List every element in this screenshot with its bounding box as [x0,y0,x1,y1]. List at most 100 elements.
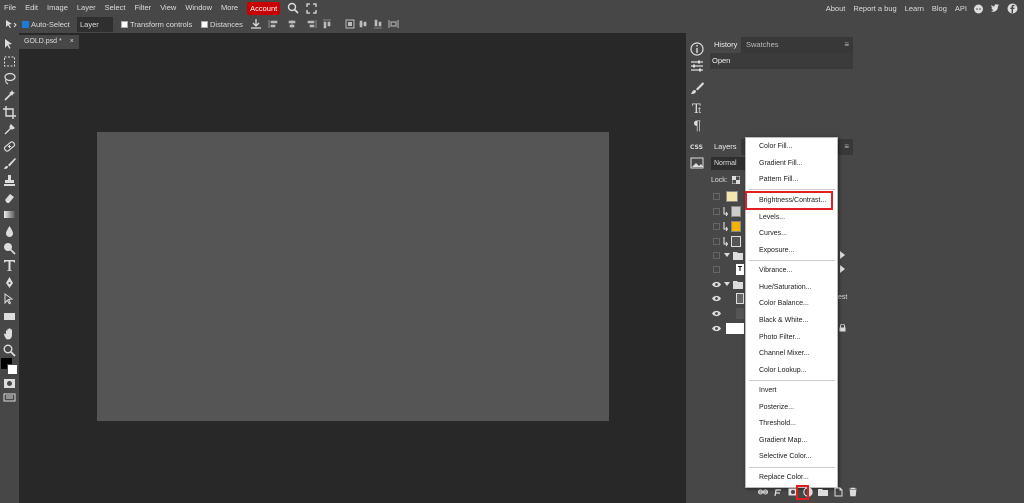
menu-item-photo-filter[interactable]: Photo Filter... [759,334,800,341]
eye-icon[interactable] [712,310,721,317]
new-group-icon[interactable] [818,487,828,497]
close-icon[interactable]: × [70,38,74,45]
search-icon[interactable] [287,2,299,14]
link-api[interactable]: API [955,4,967,13]
download-icon[interactable] [250,18,262,30]
adjustments-sliders-icon[interactable] [689,58,705,74]
chevron-down-icon[interactable] [724,281,730,287]
menu-item-black-white[interactable]: Black & White... [759,317,808,324]
brush-settings-icon[interactable] [689,80,705,96]
tab-history[interactable]: History [710,37,742,53]
layer-effects-icon[interactable] [773,487,783,497]
link-learn[interactable]: Learn [905,4,924,13]
eye-icon[interactable] [712,281,721,288]
expand-arrow-icon[interactable] [840,264,846,274]
facebook-icon[interactable] [1007,3,1018,14]
background-color-swatch[interactable] [7,364,18,375]
zoom-tool-icon[interactable] [3,344,16,357]
gradient-tool-icon[interactable] [3,208,16,221]
menu-item-selective-color[interactable]: Selective Color... [759,453,812,460]
layer-row[interactable] [712,292,744,306]
visibility-toggle[interactable] [713,223,720,230]
eye-icon[interactable] [712,325,721,332]
menu-item-curves[interactable]: Curves... [759,230,787,237]
document-tab[interactable]: GOLD.psd * × [19,35,79,49]
panel-menu-icon[interactable]: ≡ [840,37,853,53]
layer-row[interactable] [712,190,744,204]
menu-file[interactable]: File [4,0,16,16]
auto-select-target-select[interactable]: Layer [77,17,113,32]
pen-tool-icon[interactable] [3,276,16,289]
menu-item-channel-mixer[interactable]: Channel Mixer... [759,350,810,357]
menu-item-replace-color[interactable]: Replace Color... [759,474,809,481]
transform-controls-checkbox[interactable] [121,20,128,29]
reddit-icon[interactable] [973,3,984,14]
type-tool-icon[interactable] [3,259,16,272]
history-item[interactable]: Open [712,56,730,65]
eyedropper-tool-icon[interactable] [3,123,16,136]
menu-item-posterize[interactable]: Posterize... [759,404,794,411]
blend-mode-select[interactable]: Normal [711,157,745,170]
info-icon[interactable] [689,41,705,57]
align-center-icon[interactable] [287,19,297,29]
link-about[interactable]: About [826,4,846,13]
quick-mask-icon[interactable] [3,377,16,390]
layer-group-row[interactable] [712,249,744,263]
dodge-tool-icon[interactable] [3,242,16,255]
layer-row[interactable] [712,205,744,219]
expand-arrow-icon[interactable] [840,250,846,260]
distribute-icon[interactable] [345,19,355,29]
distribute-spacing-icon[interactable] [388,19,399,29]
menu-item-hue-saturation[interactable]: Hue/Saturation... [759,284,812,291]
menu-layer[interactable]: Layer [77,0,96,16]
marquee-tool-icon[interactable] [3,55,16,68]
menu-item-levels[interactable]: Levels... [759,214,785,221]
layer-row[interactable]: T [712,263,744,277]
align-bottom-icon[interactable] [373,19,383,29]
hand-tool-icon[interactable] [3,327,16,340]
menu-window[interactable]: Window [185,0,212,16]
menu-item-threshold[interactable]: Threshold... [759,420,796,427]
menu-item-vibrance[interactable]: Vibrance... [759,267,792,274]
css-icon[interactable]: CSS [689,138,705,154]
visibility-toggle[interactable] [713,208,720,215]
visibility-toggle[interactable] [713,266,720,273]
blur-tool-icon[interactable] [3,225,16,238]
align-middle-icon[interactable] [358,19,368,29]
auto-select-checkbox[interactable] [22,20,29,29]
menu-item-invert[interactable]: Invert [759,387,777,394]
menu-edit[interactable]: Edit [25,0,38,16]
eye-icon[interactable] [712,295,721,302]
layer-row[interactable] [712,307,744,321]
menu-filter[interactable]: Filter [135,0,152,16]
fullscreen-icon[interactable] [306,2,317,14]
magic-wand-tool-icon[interactable] [3,89,16,102]
clone-stamp-tool-icon[interactable] [3,174,16,187]
menu-view[interactable]: View [160,0,176,16]
healing-brush-tool-icon[interactable] [3,140,16,153]
menu-item-gradient-map[interactable]: Gradient Map... [759,437,807,444]
document-canvas[interactable] [97,132,609,421]
menu-item-exposure[interactable]: Exposure... [759,247,794,254]
link-blog[interactable]: Blog [932,4,947,13]
trash-icon[interactable] [848,487,858,497]
eraser-tool-icon[interactable] [3,191,16,204]
panel-menu-icon[interactable]: ≡ [840,139,853,155]
distances-checkbox[interactable] [201,20,208,29]
menu-more[interactable]: More [221,0,238,16]
tab-layers[interactable]: Layers [710,139,741,155]
align-left-icon[interactable] [268,19,278,29]
menu-item-color-fill[interactable]: Color Fill... [759,143,792,150]
menu-select[interactable]: Select [105,0,126,16]
visibility-toggle[interactable] [713,193,720,200]
lasso-tool-icon[interactable] [3,72,16,85]
character-icon[interactable]: Tt [689,100,705,116]
screen-mode-icon[interactable] [3,391,16,404]
layer-row-background[interactable] [712,322,744,336]
menu-item-color-lookup[interactable]: Color Lookup... [759,367,806,374]
menu-image[interactable]: Image [47,0,68,16]
visibility-toggle[interactable] [713,252,720,259]
tab-swatches[interactable]: Swatches [742,37,783,53]
path-select-tool-icon[interactable] [3,293,16,306]
visibility-toggle[interactable] [713,238,720,245]
